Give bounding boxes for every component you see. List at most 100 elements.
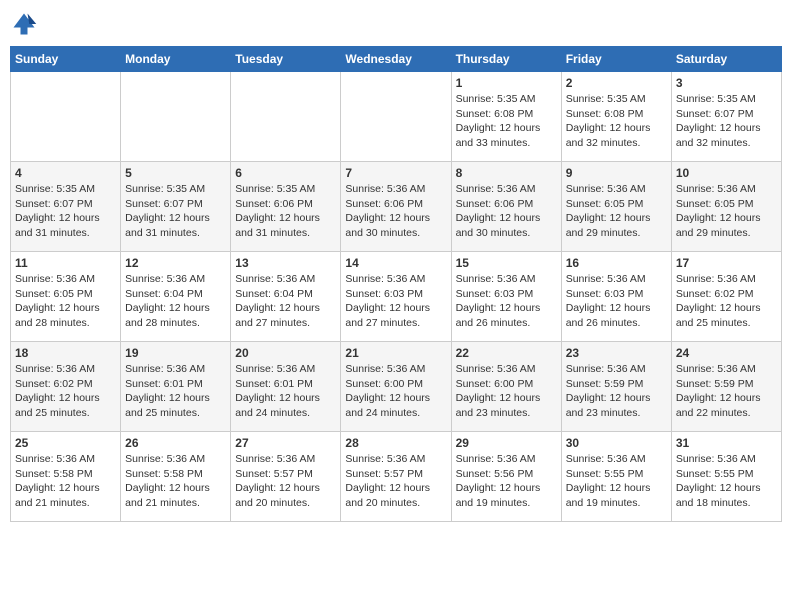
day-number: 7 — [345, 166, 446, 180]
day-info: Sunrise: 5:36 AM Sunset: 6:01 PM Dayligh… — [125, 362, 226, 421]
day-number: 21 — [345, 346, 446, 360]
day-info: Sunrise: 5:35 AM Sunset: 6:06 PM Dayligh… — [235, 182, 336, 241]
calendar-cell: 27 Sunrise: 5:36 AM Sunset: 5:57 PM Dayli… — [231, 432, 341, 522]
day-info: Sunrise: 5:36 AM Sunset: 6:00 PM Dayligh… — [456, 362, 557, 421]
calendar-cell: 18 Sunrise: 5:36 AM Sunset: 6:02 PM Dayli… — [11, 342, 121, 432]
calendar-cell: 19Sunrise: 5:36 AM Sunset: 6:01 PM Dayli… — [121, 342, 231, 432]
day-number: 1 — [456, 76, 557, 90]
calendar-cell: 14Sunrise: 5:36 AM Sunset: 6:03 PM Dayli… — [341, 252, 451, 342]
day-header-sunday: Sunday — [11, 47, 121, 72]
day-info: Sunrise: 5:36 AM Sunset: 5:55 PM Dayligh… — [676, 452, 777, 511]
day-info: Sunrise: 5:36 AM Sunset: 6:03 PM Dayligh… — [566, 272, 667, 331]
calendar-table: SundayMondayTuesdayWednesdayThursdayFrid… — [10, 46, 782, 522]
day-number: 17 — [676, 256, 777, 270]
calendar-cell — [341, 72, 451, 162]
day-info: Sunrise: 5:35 AM Sunset: 6:08 PM Dayligh… — [566, 92, 667, 151]
day-info: Sunrise: 5:36 AM Sunset: 6:06 PM Dayligh… — [345, 182, 446, 241]
day-info: Sunrise: 5:36 AM Sunset: 6:02 PM Dayligh… — [15, 362, 116, 421]
calendar-cell: 12 Sunrise: 5:36 AM Sunset: 6:04 PM Dayli… — [121, 252, 231, 342]
calendar-cell — [11, 72, 121, 162]
day-info: Sunrise: 5:36 AM Sunset: 5:59 PM Dayligh… — [676, 362, 777, 421]
day-number: 24 — [676, 346, 777, 360]
header-row: SundayMondayTuesdayWednesdayThursdayFrid… — [11, 47, 782, 72]
day-number: 11 — [15, 256, 116, 270]
day-info: Sunrise: 5:35 AM Sunset: 6:07 PM Dayligh… — [676, 92, 777, 151]
day-header-saturday: Saturday — [671, 47, 781, 72]
calendar-cell — [231, 72, 341, 162]
day-number: 2 — [566, 76, 667, 90]
calendar-cell: 29 Sunrise: 5:36 AM Sunset: 5:56 PM Dayli… — [451, 432, 561, 522]
day-number: 4 — [15, 166, 116, 180]
calendar-cell: 8Sunrise: 5:36 AM Sunset: 6:06 PM Daylig… — [451, 162, 561, 252]
day-number: 29 — [456, 436, 557, 450]
day-header-thursday: Thursday — [451, 47, 561, 72]
calendar-cell: 4Sunrise: 5:35 AM Sunset: 6:07 PM Daylig… — [11, 162, 121, 252]
calendar-cell: 28 Sunrise: 5:36 AM Sunset: 5:57 PM Dayli… — [341, 432, 451, 522]
calendar-cell: 30 Sunrise: 5:36 AM Sunset: 5:55 PM Dayli… — [561, 432, 671, 522]
calendar-cell: 26 Sunrise: 5:36 AM Sunset: 5:58 PM Dayli… — [121, 432, 231, 522]
day-info: Sunrise: 5:36 AM Sunset: 5:59 PM Dayligh… — [566, 362, 667, 421]
day-info: Sunrise: 5:36 AM Sunset: 6:02 PM Dayligh… — [676, 272, 777, 331]
day-info: Sunrise: 5:36 AM Sunset: 6:01 PM Dayligh… — [235, 362, 336, 421]
day-number: 14 — [345, 256, 446, 270]
day-header-monday: Monday — [121, 47, 231, 72]
calendar-cell: 13Sunrise: 5:36 AM Sunset: 6:04 PM Dayli… — [231, 252, 341, 342]
calendar-cell: 22 Sunrise: 5:36 AM Sunset: 6:00 PM Dayli… — [451, 342, 561, 432]
calendar-cell: 11Sunrise: 5:36 AM Sunset: 6:05 PM Dayli… — [11, 252, 121, 342]
calendar-cell: 25Sunrise: 5:36 AM Sunset: 5:58 PM Dayli… — [11, 432, 121, 522]
week-row-4: 18 Sunrise: 5:36 AM Sunset: 6:02 PM Dayli… — [11, 342, 782, 432]
day-number: 26 — [125, 436, 226, 450]
day-number: 18 — [15, 346, 116, 360]
calendar-cell: 23 Sunrise: 5:36 AM Sunset: 5:59 PM Dayli… — [561, 342, 671, 432]
calendar-cell: 7 Sunrise: 5:36 AM Sunset: 6:06 PM Daylig… — [341, 162, 451, 252]
calendar-cell: 21 Sunrise: 5:36 AM Sunset: 6:00 PM Dayli… — [341, 342, 451, 432]
week-row-1: 1 Sunrise: 5:35 AM Sunset: 6:08 PM Daylig… — [11, 72, 782, 162]
day-number: 22 — [456, 346, 557, 360]
calendar-cell: 24 Sunrise: 5:36 AM Sunset: 5:59 PM Dayli… — [671, 342, 781, 432]
day-info: Sunrise: 5:36 AM Sunset: 6:04 PM Dayligh… — [125, 272, 226, 331]
day-info: Sunrise: 5:36 AM Sunset: 6:00 PM Dayligh… — [345, 362, 446, 421]
day-number: 31 — [676, 436, 777, 450]
week-row-3: 11Sunrise: 5:36 AM Sunset: 6:05 PM Dayli… — [11, 252, 782, 342]
day-header-wednesday: Wednesday — [341, 47, 451, 72]
day-info: Sunrise: 5:36 AM Sunset: 6:06 PM Dayligh… — [456, 182, 557, 241]
day-info: Sunrise: 5:36 AM Sunset: 5:57 PM Dayligh… — [345, 452, 446, 511]
calendar-cell: 20Sunrise: 5:36 AM Sunset: 6:01 PM Dayli… — [231, 342, 341, 432]
day-info: Sunrise: 5:35 AM Sunset: 6:08 PM Dayligh… — [456, 92, 557, 151]
calendar-cell: 10 Sunrise: 5:36 AM Sunset: 6:05 PM Dayli… — [671, 162, 781, 252]
day-number: 12 — [125, 256, 226, 270]
calendar-cell: 5 Sunrise: 5:35 AM Sunset: 6:07 PM Daylig… — [121, 162, 231, 252]
calendar-cell: 2 Sunrise: 5:35 AM Sunset: 6:08 PM Daylig… — [561, 72, 671, 162]
day-number: 3 — [676, 76, 777, 90]
page-header — [10, 10, 782, 38]
logo-icon — [10, 10, 38, 38]
day-number: 6 — [235, 166, 336, 180]
day-info: Sunrise: 5:36 AM Sunset: 5:58 PM Dayligh… — [125, 452, 226, 511]
day-info: Sunrise: 5:35 AM Sunset: 6:07 PM Dayligh… — [125, 182, 226, 241]
calendar-cell: 15 Sunrise: 5:36 AM Sunset: 6:03 PM Dayli… — [451, 252, 561, 342]
calendar-cell: 6 Sunrise: 5:35 AM Sunset: 6:06 PM Daylig… — [231, 162, 341, 252]
calendar-cell: 16Sunrise: 5:36 AM Sunset: 6:03 PM Dayli… — [561, 252, 671, 342]
calendar-cell — [121, 72, 231, 162]
day-info: Sunrise: 5:36 AM Sunset: 6:05 PM Dayligh… — [676, 182, 777, 241]
day-number: 5 — [125, 166, 226, 180]
day-info: Sunrise: 5:36 AM Sunset: 6:04 PM Dayligh… — [235, 272, 336, 331]
day-number: 10 — [676, 166, 777, 180]
day-number: 30 — [566, 436, 667, 450]
day-number: 27 — [235, 436, 336, 450]
week-row-5: 25 Sunrise: 5:36 AM Sunset: 5:58 PM Dayli… — [11, 432, 782, 522]
logo — [10, 10, 42, 38]
day-info: Sunrise: 5:36 AM Sunset: 5:57 PM Dayligh… — [235, 452, 336, 511]
day-number: 15 — [456, 256, 557, 270]
calendar-cell: 31 Sunrise: 5:36 AM Sunset: 5:55 PM Dayli… — [671, 432, 781, 522]
day-number: 25 — [15, 436, 116, 450]
day-info: Sunrise: 5:36 AM Sunset: 5:56 PM Dayligh… — [456, 452, 557, 511]
day-number: 23 — [566, 346, 667, 360]
day-number: 28 — [345, 436, 446, 450]
week-row-2: 4 Sunrise: 5:35 AM Sunset: 6:07 PM Daylig… — [11, 162, 782, 252]
calendar-cell: 3 Sunrise: 5:35 AM Sunset: 6:07 PM Daylig… — [671, 72, 781, 162]
day-info: Sunrise: 5:36 AM Sunset: 6:03 PM Dayligh… — [456, 272, 557, 331]
calendar-cell: 17 Sunrise: 5:36 AM Sunset: 6:02 PM Dayli… — [671, 252, 781, 342]
calendar-cell: 1 Sunrise: 5:35 AM Sunset: 6:08 PM Daylig… — [451, 72, 561, 162]
day-info: Sunrise: 5:36 AM Sunset: 5:55 PM Dayligh… — [566, 452, 667, 511]
